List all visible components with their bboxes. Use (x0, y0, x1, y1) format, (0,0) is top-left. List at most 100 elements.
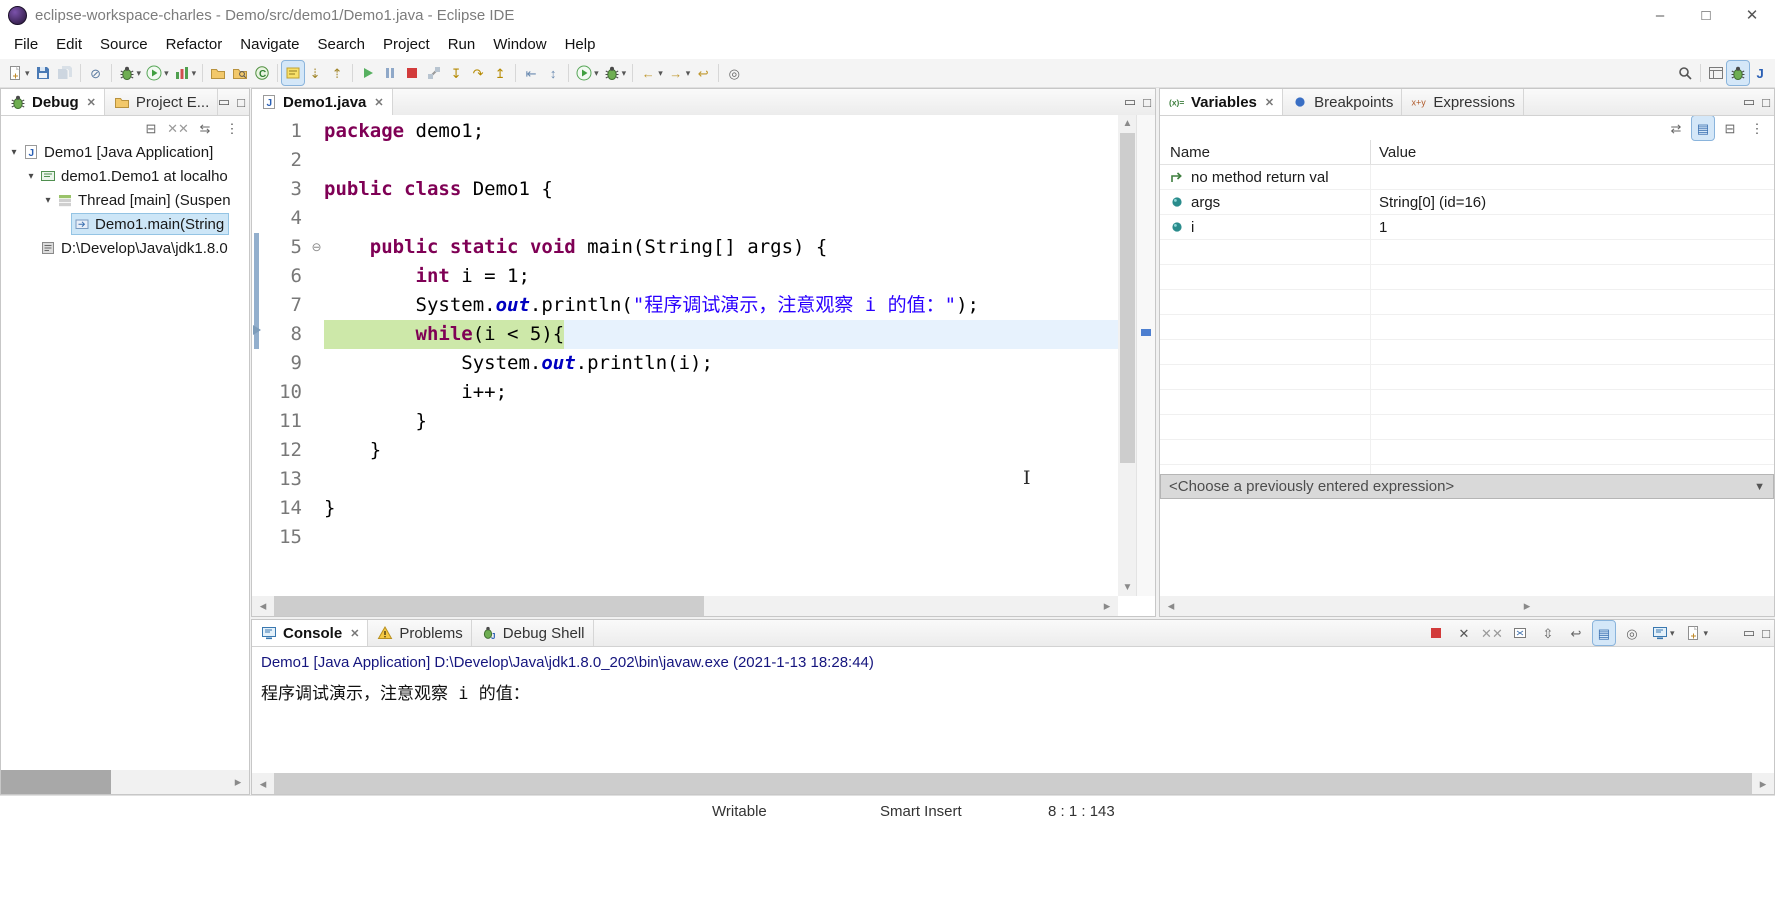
clear-console-button[interactable] (1509, 621, 1531, 645)
link-with-editor-toggle[interactable]: ⇆ (194, 116, 216, 140)
scroll-right-arrow[interactable]: ▸ (227, 770, 249, 794)
minimize-button[interactable]: – (1637, 0, 1683, 30)
code-line[interactable]: 5 ⊖ public static void main(String[] args… (266, 233, 1118, 262)
debug-perspective-button[interactable] (1726, 60, 1750, 86)
code-editor[interactable]: 1 package demo1; 2 3 public class Demo1 {4 5 ⊖… (252, 115, 1118, 596)
new-java-project-button[interactable] (207, 61, 229, 85)
menu-navigate[interactable]: Navigate (231, 36, 308, 53)
close-icon[interactable]: ✕ (87, 96, 96, 109)
menu-edit[interactable]: Edit (47, 36, 91, 53)
current-line-marker[interactable] (1141, 329, 1151, 336)
line-body[interactable]: int i = 1; (324, 262, 1118, 291)
line-body[interactable] (324, 465, 1118, 494)
line-body[interactable]: package demo1; (324, 117, 1118, 146)
save-all-button[interactable] (54, 61, 76, 85)
line-body[interactable]: } (324, 436, 1118, 465)
tab-expressions[interactable]: x+y Expressions (1402, 89, 1525, 115)
last-edit-location-button[interactable]: ↩ (692, 61, 714, 85)
editor-vertical-scrollbar[interactable]: ▲ ▼ (1118, 115, 1137, 596)
tab-breakpoints[interactable]: Breakpoints (1283, 89, 1403, 115)
code-line[interactable]: 7 System.out.println("程序调试演示，注意观察 i 的值："… (266, 291, 1118, 320)
collapse-all-button[interactable]: ⊟ (1719, 116, 1741, 140)
variable-value-cell[interactable]: String[0] (id=16) (1370, 190, 1774, 214)
maximize-view-button[interactable]: □ (237, 95, 245, 110)
code-line[interactable]: 8 while(i < 5){ (266, 320, 1118, 349)
mark-occurrences-toggle[interactable] (281, 60, 306, 86)
tab-project-e-[interactable]: Project E... (105, 89, 219, 115)
terminate-button[interactable] (1425, 621, 1447, 645)
scroll-lock-toggle[interactable]: ⇳ (1537, 621, 1559, 645)
variable-name-cell[interactable]: no method return val (1160, 165, 1370, 189)
code-line[interactable]: 13 (266, 465, 1118, 494)
variable-value-cell[interactable]: 1 (1370, 215, 1774, 239)
tab-debug[interactable]: Debug ✕ (1, 89, 105, 115)
tree-item[interactable]: ▾ demo1.Demo1 at localho (1, 164, 249, 188)
expander-icon[interactable]: ▾ (41, 195, 55, 206)
step-return-button[interactable]: ↥ (489, 61, 511, 85)
menu-refactor[interactable]: Refactor (157, 36, 232, 53)
column-header-name[interactable]: Name (1160, 144, 1370, 161)
overview-ruler[interactable] (1136, 115, 1155, 596)
save-button[interactable] (32, 61, 54, 85)
terminate-button[interactable] (401, 61, 423, 85)
pin-console-toggle[interactable]: ◎ (1621, 621, 1643, 645)
tree-item[interactable]: D:\Develop\Java\jdk1.8.0 (1, 236, 249, 260)
forward-button[interactable]: → ▾ (665, 61, 693, 85)
variable-row[interactable]: args String[0] (id=16) (1160, 190, 1774, 215)
menu-source[interactable]: Source (91, 36, 157, 53)
view-menu-button[interactable]: ⋮ (1746, 116, 1768, 140)
line-body[interactable]: public class Demo1 { (324, 175, 1118, 204)
scroll-right-arrow[interactable]: ▸ (1096, 596, 1118, 616)
tree-item-content[interactable]: demo1.Demo1 at localho (38, 166, 232, 186)
show-columns-toggle[interactable]: ▤ (1691, 115, 1715, 141)
view-menu-button[interactable]: ⋮ (221, 116, 243, 140)
code-line[interactable]: 3 public class Demo1 { (266, 175, 1118, 204)
line-body[interactable] (324, 523, 1118, 552)
scroll-left-arrow[interactable]: ◂ (252, 596, 274, 616)
minimize-view-button[interactable]: ▭ (1124, 94, 1136, 110)
menu-project[interactable]: Project (374, 36, 439, 53)
line-body[interactable]: } (324, 407, 1118, 436)
debug-last-button[interactable]: ▾ (601, 61, 629, 85)
fold-marker-icon[interactable]: ⊖ (309, 233, 324, 262)
minimize-view-button[interactable]: ▭ (218, 94, 230, 110)
menu-help[interactable]: Help (556, 36, 605, 53)
line-body[interactable]: i++; (324, 378, 1118, 407)
variable-name-cell[interactable]: i (1160, 215, 1370, 239)
code-line[interactable]: 2 (266, 146, 1118, 175)
code-line[interactable]: 15 (266, 523, 1118, 552)
tree-item-content[interactable]: Thread [main] (Suspen (55, 190, 235, 210)
scrollbar-thumb[interactable] (1, 770, 111, 794)
chevron-down-icon[interactable]: ▾ (658, 68, 663, 79)
expression-combo[interactable]: <Choose a previously entered expression>… (1160, 474, 1774, 499)
step-into-button[interactable]: ↧ (445, 61, 467, 85)
variables-horizontal-scrollbar[interactable]: ◂ ▸ (1160, 596, 1774, 616)
chevron-down-icon[interactable]: ▾ (192, 68, 197, 79)
close-icon[interactable]: ✕ (1265, 96, 1274, 109)
code-line[interactable]: 9 System.out.println(i); (266, 349, 1118, 378)
line-body[interactable]: } (324, 494, 1118, 523)
pin-editor-button[interactable]: ◎ (723, 61, 745, 85)
chevron-down-icon[interactable]: ▾ (594, 68, 599, 79)
chevron-down-icon[interactable]: ▾ (622, 68, 627, 79)
chevron-down-icon[interactable]: ▾ (137, 68, 142, 79)
resume-button[interactable] (357, 61, 379, 85)
run-button[interactable]: ▾ (143, 61, 171, 85)
back-button[interactable]: ← ▾ (637, 61, 665, 85)
tab-problems[interactable]: Problems (368, 620, 472, 646)
variable-name-cell[interactable]: args (1160, 190, 1370, 214)
coverage-button[interactable]: ▾ (171, 61, 199, 85)
scroll-left-arrow[interactable]: ◂ (252, 773, 274, 794)
remove-terminated-button[interactable]: ✕✕ (167, 116, 189, 140)
use-step-filters-toggle[interactable]: ↕ (542, 61, 564, 85)
chevron-down-icon[interactable]: ▼ (1754, 481, 1765, 493)
scroll-up-arrow[interactable]: ▲ (1118, 115, 1137, 132)
code-line[interactable]: 11 } (266, 407, 1118, 436)
chevron-down-icon[interactable]: ▾ (686, 68, 691, 79)
remove-all-launches-button[interactable]: ✕✕ (1481, 621, 1503, 645)
word-wrap-toggle[interactable]: ↩ (1565, 621, 1587, 645)
new-wizard-button[interactable]: ▾ (4, 61, 32, 85)
column-header-value[interactable]: Value (1370, 140, 1774, 164)
line-body[interactable]: System.out.println("程序调试演示，注意观察 i 的值："); (324, 291, 1118, 320)
tree-item-content[interactable]: Demo1.main(String (70, 213, 230, 235)
